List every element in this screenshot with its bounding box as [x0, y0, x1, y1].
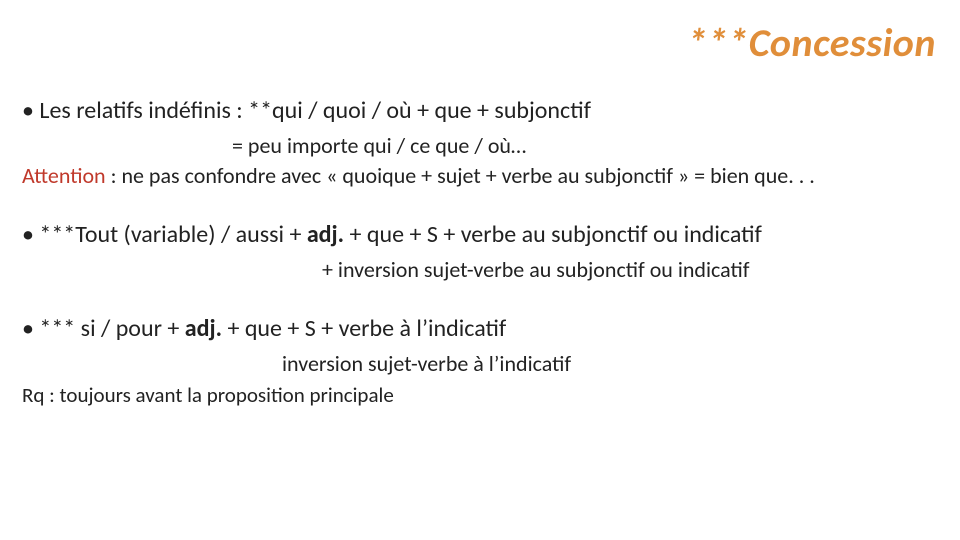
page-title: ***Concession — [22, 18, 938, 67]
bullet-relatifs-gloss: = peu importe qui / ce que / où… — [22, 131, 938, 161]
bullet-si-post: + que + S + verbe à l’indicatif — [222, 314, 506, 343]
warning-prefix: Attention — [22, 162, 106, 189]
bullet-relatifs: Les relatifs indéfinis : **qui / quoi / … — [22, 95, 938, 127]
remark: Rq : toujours avant la proposition princ… — [22, 381, 938, 409]
adj-bold: adj. — [185, 314, 222, 343]
spacer — [22, 191, 938, 219]
spacer — [22, 285, 938, 313]
bullet-tout-line2: + inversion sujet-verbe au subjonctif ou… — [22, 255, 938, 285]
slide: { "title": "***Concession", "bullets": [… — [0, 0, 960, 540]
bullet-si-line2: inversion sujet-verbe à l’indicatif — [22, 349, 938, 379]
warning-text: : ne pas confondre avec « quoique + suje… — [106, 162, 815, 189]
adj-bold: adj. — [307, 220, 344, 249]
bullet-tout-post: + que + S + verbe au subjonctif ou indic… — [344, 220, 762, 249]
bullet-si-pre: *** si / pour + — [39, 314, 184, 343]
bullet-tout-pre: ***Tout (variable) / aussi + — [39, 220, 306, 249]
bullet-tout: ***Tout (variable) / aussi + adj. + que … — [22, 219, 938, 251]
bullet-relatifs-warning: Attention : ne pas confondre avec « quoi… — [22, 161, 938, 191]
bullet-si-pour: *** si / pour + adj. + que + S + verbe à… — [22, 313, 938, 345]
body: Les relatifs indéfinis : **qui / quoi / … — [22, 95, 938, 409]
